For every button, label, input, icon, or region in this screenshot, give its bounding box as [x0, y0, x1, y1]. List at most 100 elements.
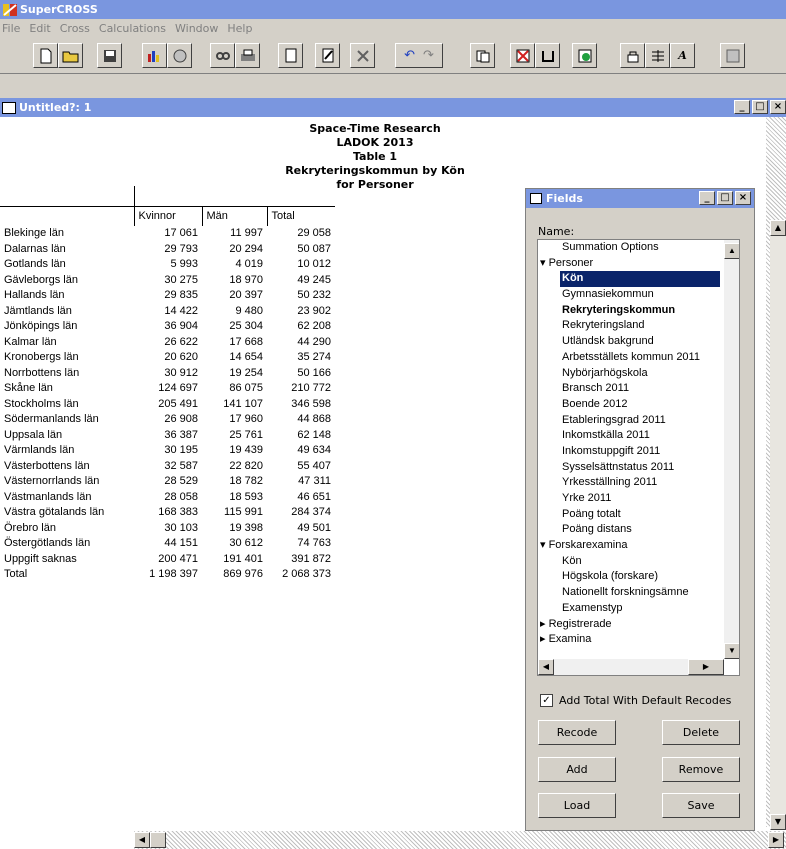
map-icon[interactable] [167, 43, 192, 68]
row-label[interactable]: Norrbottens län [0, 365, 134, 381]
new-icon[interactable] [33, 43, 58, 68]
fields-close-button[interactable]: × [735, 191, 751, 205]
tree-item[interactable]: Bransch 2011 [538, 381, 739, 397]
undo-icon[interactable]: ↶ [404, 48, 415, 63]
row-label[interactable]: Örebro län [0, 520, 134, 536]
remove-button[interactable]: Remove [662, 757, 740, 782]
add-icon[interactable] [572, 43, 597, 68]
tree-item[interactable]: Inkomstuppgift 2011 [538, 444, 739, 460]
tree-item[interactable]: Kön [538, 554, 739, 570]
tree-scroll-down-icon[interactable]: ▼ [724, 643, 739, 659]
scroll-down-icon[interactable]: ▼ [770, 814, 786, 830]
tree-group[interactable]: ▸ Registrerade [538, 617, 739, 633]
lock-icon[interactable] [620, 43, 645, 68]
tree-scroll-thumb[interactable]: ▶ [688, 659, 724, 675]
paste-icon[interactable] [470, 43, 495, 68]
fields-maximize-button[interactable]: □ [717, 191, 733, 205]
scroll-up-icon[interactable]: ▲ [770, 220, 786, 236]
tree-item[interactable]: Boende 2012 [538, 397, 739, 413]
tree-item[interactable]: Rekryteringskommun [538, 303, 739, 319]
tools-icon[interactable] [350, 43, 375, 68]
load-button[interactable]: Load [538, 793, 616, 818]
tree-item[interactable]: Gymnasiekommun [538, 287, 739, 303]
columns-icon[interactable] [645, 43, 670, 68]
redo-icon[interactable]: ↷ [423, 48, 434, 63]
tree-item[interactable]: Yrkesställning 2011 [538, 475, 739, 491]
row-label[interactable]: Dalarnas län [0, 241, 134, 257]
clear-icon[interactable] [535, 43, 560, 68]
scroll-right-icon[interactable]: ▶ [768, 832, 784, 848]
row-label[interactable]: Uppgift saknas [0, 551, 134, 567]
row-label[interactable]: Stockholms län [0, 396, 134, 412]
menu-window[interactable]: Window [175, 22, 218, 35]
column-header-man[interactable]: Män [201, 206, 267, 226]
row-label[interactable]: Total [0, 567, 134, 583]
tree-scroll-up-icon[interactable]: ▲ [724, 243, 739, 259]
menu-help[interactable]: Help [227, 22, 252, 35]
add-total-checkbox[interactable]: ✓ [540, 694, 553, 707]
expand-arrow-icon[interactable]: ▾ [540, 539, 549, 551]
row-label[interactable]: Värmlands län [0, 443, 134, 459]
undo-redo-group[interactable]: ↶ ↷ [395, 43, 443, 68]
row-label[interactable]: Gotlands län [0, 257, 134, 273]
scroll-left-icon[interactable]: ◀ [134, 832, 150, 848]
save-button[interactable]: Save [662, 793, 740, 818]
row-label[interactable]: Västra götalands län [0, 505, 134, 521]
tree-scroll-left-icon[interactable]: ◀ [538, 659, 554, 675]
column-header-total[interactable]: Total [266, 206, 335, 226]
delete-icon[interactable] [510, 43, 535, 68]
row-label[interactable]: Kronobergs län [0, 350, 134, 366]
vertical-scrollbar[interactable]: ▲ ▼ [770, 220, 786, 830]
menu-file[interactable]: File [2, 22, 20, 35]
chart-icon[interactable] [142, 43, 167, 68]
row-label[interactable]: Blekinge län [0, 226, 134, 242]
tree-item[interactable]: Arbetsställets kommun 2011 [538, 350, 739, 366]
row-label[interactable]: Västerbottens län [0, 458, 134, 474]
tree-vertical-scrollbar[interactable]: ▲ ▼ [724, 240, 739, 659]
column-header-kvinnor[interactable]: Kvinnor [133, 206, 202, 226]
tree-item[interactable]: Nationellt forskningsämne [538, 585, 739, 601]
menu-cross[interactable]: Cross [60, 22, 90, 35]
window-icon[interactable] [720, 43, 745, 68]
row-label[interactable]: Västmanlands län [0, 489, 134, 505]
recode-button[interactable]: Recode [538, 720, 616, 745]
row-label[interactable]: Skåne län [0, 381, 134, 397]
row-label[interactable]: Uppsala län [0, 427, 134, 443]
tree-group[interactable]: ▸ Examina [538, 632, 739, 648]
minimize-button[interactable]: _ [734, 100, 750, 114]
row-label[interactable]: Västernorrlands län [0, 474, 134, 490]
find-icon[interactable] [210, 43, 235, 68]
edit-icon[interactable] [315, 43, 340, 68]
row-label[interactable]: Södermanlands län [0, 412, 134, 428]
preview-icon[interactable] [278, 43, 303, 68]
delete-button[interactable]: Delete [662, 720, 740, 745]
tree-item[interactable]: Utländsk bakgrund [538, 334, 739, 350]
fields-minimize-button[interactable]: _ [699, 191, 715, 205]
tree-item[interactable]: Nybörjarhögskola [538, 366, 739, 382]
row-label[interactable]: Hallands län [0, 288, 134, 304]
tree-item[interactable]: Inkomstkälla 2011 [538, 428, 739, 444]
tree-item[interactable]: Examenstyp [538, 601, 739, 617]
field-tree[interactable]: Summation Options ▾ Personer Kön Gymnasieko… [537, 239, 740, 676]
collapse-arrow-icon[interactable]: ▸ [540, 618, 549, 630]
menu-edit[interactable]: Edit [29, 22, 50, 35]
tree-item[interactable]: Sysselsättnstatus 2011 [538, 460, 739, 476]
tree-item[interactable]: Summation Options [538, 240, 739, 256]
row-label[interactable]: Kalmar län [0, 334, 134, 350]
row-label[interactable]: Jämtlands län [0, 303, 134, 319]
tree-item[interactable]: Poäng distans [538, 522, 739, 538]
tree-horizontal-scrollbar[interactable]: ◀ ▶ [538, 659, 724, 675]
tree-item[interactable]: Etableringsgrad 2011 [538, 413, 739, 429]
maximize-button[interactable]: □ [752, 100, 768, 114]
horizontal-scrollbar[interactable]: ◀ ▶ [134, 831, 786, 849]
print-icon[interactable] [235, 43, 260, 68]
tree-item[interactable]: Högskola (forskare) [538, 569, 739, 585]
row-label[interactable]: Gävleborgs län [0, 272, 134, 288]
tree-item[interactable]: Rekryteringsland [538, 318, 739, 334]
menu-calculations[interactable]: Calculations [99, 22, 166, 35]
row-label[interactable]: Jönköpings län [0, 319, 134, 335]
add-total-checkbox-row[interactable]: ✓ Add Total With Default Recodes [540, 694, 731, 707]
close-button[interactable]: × [770, 100, 786, 114]
row-label[interactable]: Östergötlands län [0, 536, 134, 552]
save-icon[interactable] [97, 43, 122, 68]
